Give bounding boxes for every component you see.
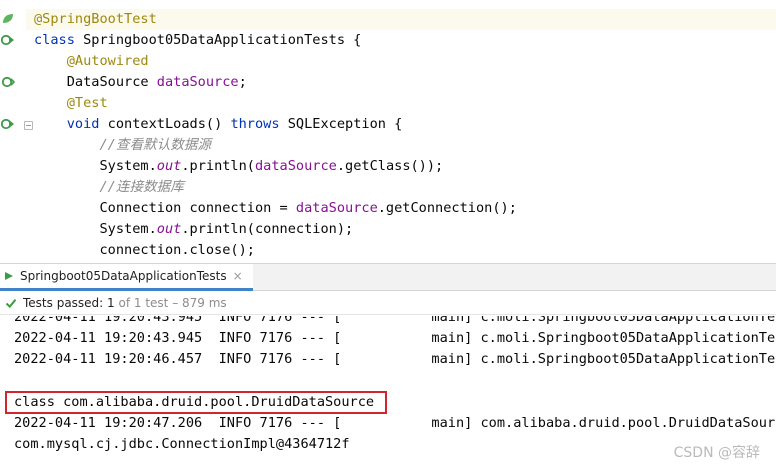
code-line[interactable]: @Autowired <box>34 51 149 72</box>
console-output[interactable]: 2022-04-11 19:20:43.945 INFO 7176 --- [ … <box>0 316 776 469</box>
autowired-bean-icon[interactable] <box>1 75 15 89</box>
code-line[interactable]: //连接数据库 <box>34 177 184 198</box>
code-token: DataSource <box>34 74 157 90</box>
run-tool-window-tabs: Springboot05DataApplicationTests × <box>0 263 776 291</box>
code-token: connection.close(); <box>34 242 255 258</box>
code-token: //连接数据库 <box>99 179 184 195</box>
code-token: System. <box>34 221 157 237</box>
fold-toggle-icon[interactable] <box>24 121 33 130</box>
code-token: dataSource <box>255 158 337 174</box>
tests-passed-count: 1 <box>107 295 115 310</box>
bean-icon[interactable] <box>1 12 15 26</box>
code-token: .println(connection); <box>181 221 354 237</box>
code-line[interactable]: DataSource dataSource; <box>34 72 247 93</box>
run-tab[interactable]: Springboot05DataApplicationTests × <box>0 264 253 291</box>
code-token: throws <box>230 116 288 132</box>
code-token: contextLoads() <box>107 116 231 132</box>
code-token: System. <box>34 158 157 174</box>
log-line: 2022-04-11 19:20:46.457 INFO 7176 --- [ … <box>14 351 776 367</box>
run-tab-label: Springboot05DataApplicationTests <box>20 269 227 283</box>
code-token: //查看默认数据源 <box>99 137 212 153</box>
code-token: .getClass()); <box>336 158 444 174</box>
test-status-bar: Tests passed: 1 of 1 test – 879 ms <box>0 291 776 315</box>
watermark: CSDN @容辞 <box>673 445 760 461</box>
tests-detail: of 1 test – 879 ms <box>118 295 227 310</box>
code-token: void <box>66 116 108 132</box>
log-line: 2022-04-11 19:20:43.945 INFO 7176 --- [ … <box>14 316 776 325</box>
code-token: dataSource <box>295 200 378 216</box>
code-line[interactable]: //查看默认数据源 <box>34 135 211 156</box>
log-line: 2022-04-11 19:20:43.945 INFO 7176 --- [ … <box>14 330 776 346</box>
run-config-icon <box>5 272 13 280</box>
code-token: out <box>156 158 182 174</box>
checkmark-icon <box>5 298 17 308</box>
code-token: @SpringBootTest <box>34 11 157 27</box>
code-line[interactable]: class Springboot05DataApplicationTests { <box>34 30 361 51</box>
editor-gutter <box>0 0 26 263</box>
code-line[interactable]: System.out.println(connection); <box>34 219 353 240</box>
code-token: class <box>34 32 84 48</box>
code-token: Connection connection = <box>34 200 296 216</box>
log-line: com.mysql.cj.jdbc.ConnectionImpl@4364712… <box>14 436 350 452</box>
code-editor[interactable]: @SpringBootTest class Springboot05DataAp… <box>0 0 776 263</box>
run-test-class-icon[interactable] <box>1 33 15 47</box>
code-token: dataSource <box>156 74 239 90</box>
code-token: ; <box>238 74 247 90</box>
code-token: Springboot05DataApplicationTests { <box>83 32 362 48</box>
code-token: @Test <box>66 95 108 111</box>
code-token: SQLException { <box>287 116 403 132</box>
code-token: .println( <box>181 158 255 174</box>
run-test-method-icon[interactable] <box>1 117 15 131</box>
code-token: .getConnection(); <box>377 200 517 216</box>
close-icon[interactable]: × <box>233 269 243 283</box>
code-line[interactable]: System.out.println(dataSource.getClass()… <box>34 156 443 177</box>
code-line[interactable]: connection.close(); <box>34 240 255 261</box>
code-token: @Autowired <box>66 53 149 69</box>
code-line[interactable]: @Test <box>34 93 108 114</box>
log-line: 2022-04-11 19:20:47.206 INFO 7176 --- [ … <box>14 415 776 431</box>
code-line[interactable]: @SpringBootTest <box>26 9 776 30</box>
code-token: out <box>156 221 182 237</box>
code-line[interactable]: Connection connection = dataSource.getCo… <box>34 198 517 219</box>
code-line[interactable]: void contextLoads() throws SQLException … <box>34 114 403 135</box>
tests-passed-label: Tests passed: <box>23 295 104 310</box>
highlight-annotation-box <box>5 391 387 414</box>
